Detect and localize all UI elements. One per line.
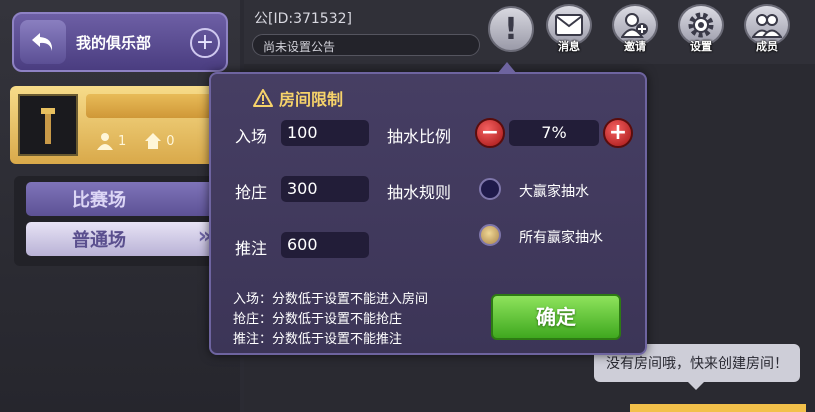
invite-icon [621, 13, 648, 38]
info-button[interactable]: ! [488, 6, 534, 52]
rake-ratio-value: 7% [509, 120, 599, 146]
decrease-rake-button[interactable]: − [475, 118, 505, 148]
club-header: 我的俱乐部 + [12, 12, 228, 72]
club-id: 公[ID:371532] [254, 11, 352, 27]
invite-button[interactable]: 邀请 [610, 4, 660, 60]
back-arrow-icon [32, 33, 53, 51]
bet-label: 推注 [235, 239, 268, 258]
dialog-title-text: 房间限制 [279, 90, 344, 109]
avatar-icon [41, 108, 55, 144]
room-limit-dialog: 房间限制 入场 100 抢庄 300 推注 600 抽水比例 − 7% + 抽水… [209, 62, 647, 355]
plus-icon: + [195, 30, 215, 55]
tab-competition[interactable]: 比赛场 [26, 182, 222, 216]
confirm-button[interactable]: 确定 [491, 294, 621, 340]
banker-label: 抢庄 [235, 183, 268, 202]
top-bar: 公[ID:371532] 尚未设置公告 ! 消息 邀请 设置 成员 [244, 0, 815, 64]
rake-ratio-label: 抽水比例 [387, 127, 452, 146]
member-count-value: 1 [118, 133, 127, 149]
exclamation-icon: ! [504, 11, 518, 47]
messages-button[interactable]: 消息 [544, 4, 594, 60]
member-count: 1 [96, 132, 126, 150]
mode-tabs: 比赛场 普通场 » [14, 176, 234, 266]
rule-banker-text: 抢庄：分数低于设置不能抢庄 [233, 312, 403, 327]
gear-icon [688, 12, 714, 38]
club-avatar [18, 94, 78, 156]
notice-field[interactable]: 尚未设置公告 [252, 34, 480, 56]
house-icon [145, 133, 162, 149]
room-count-value: 0 [166, 133, 175, 149]
radio-all-winners-label: 所有赢家抽水 [519, 230, 603, 246]
radio-big-winner-label: 大赢家抽水 [519, 184, 589, 200]
invite-label: 邀请 [624, 40, 646, 53]
rule-entry-text: 入场：分数低于设置不能进入房间 [233, 292, 429, 307]
banker-input[interactable]: 300 [281, 176, 369, 202]
plus-icon: + [608, 120, 628, 145]
tab-normal-label: 普通场 [72, 230, 126, 251]
bet-input[interactable]: 600 [281, 232, 369, 258]
back-button[interactable] [20, 20, 66, 64]
rake-rule-label: 抽水规则 [387, 183, 452, 202]
rule-bet-text: 推注：分数低于设置不能推注 [233, 332, 403, 347]
entry-label: 入场 [235, 127, 268, 146]
settings-button[interactable]: 设置 [676, 4, 726, 60]
person-icon [97, 133, 113, 150]
room-count: 0 [144, 132, 175, 150]
warning-icon [253, 89, 273, 107]
entry-input[interactable]: 100 [281, 120, 369, 146]
radio-all-winners[interactable] [479, 224, 501, 246]
bottom-strip [630, 404, 806, 412]
members-label: 成员 [756, 40, 778, 53]
club-name-bar [86, 94, 226, 118]
increase-rake-button[interactable]: + [603, 118, 633, 148]
tab-competition-label: 比赛场 [72, 190, 126, 211]
members-icon [752, 14, 782, 38]
club-title: 我的俱乐部 [76, 34, 152, 52]
add-club-button[interactable]: + [190, 28, 220, 58]
tab-normal[interactable]: 普通场 » [26, 222, 222, 256]
mail-icon [555, 14, 583, 36]
dialog-title: 房间限制 [253, 86, 343, 110]
minus-icon: − [480, 120, 500, 145]
members-button[interactable]: 成员 [742, 4, 792, 60]
messages-label: 消息 [558, 40, 580, 53]
settings-label: 设置 [690, 40, 712, 53]
club-card[interactable]: 1 0 [10, 86, 236, 164]
radio-big-winner[interactable] [479, 178, 501, 200]
left-panel: 我的俱乐部 + 1 0 比赛场 普通场 » [0, 0, 240, 412]
club-stats: 1 0 [96, 132, 175, 150]
